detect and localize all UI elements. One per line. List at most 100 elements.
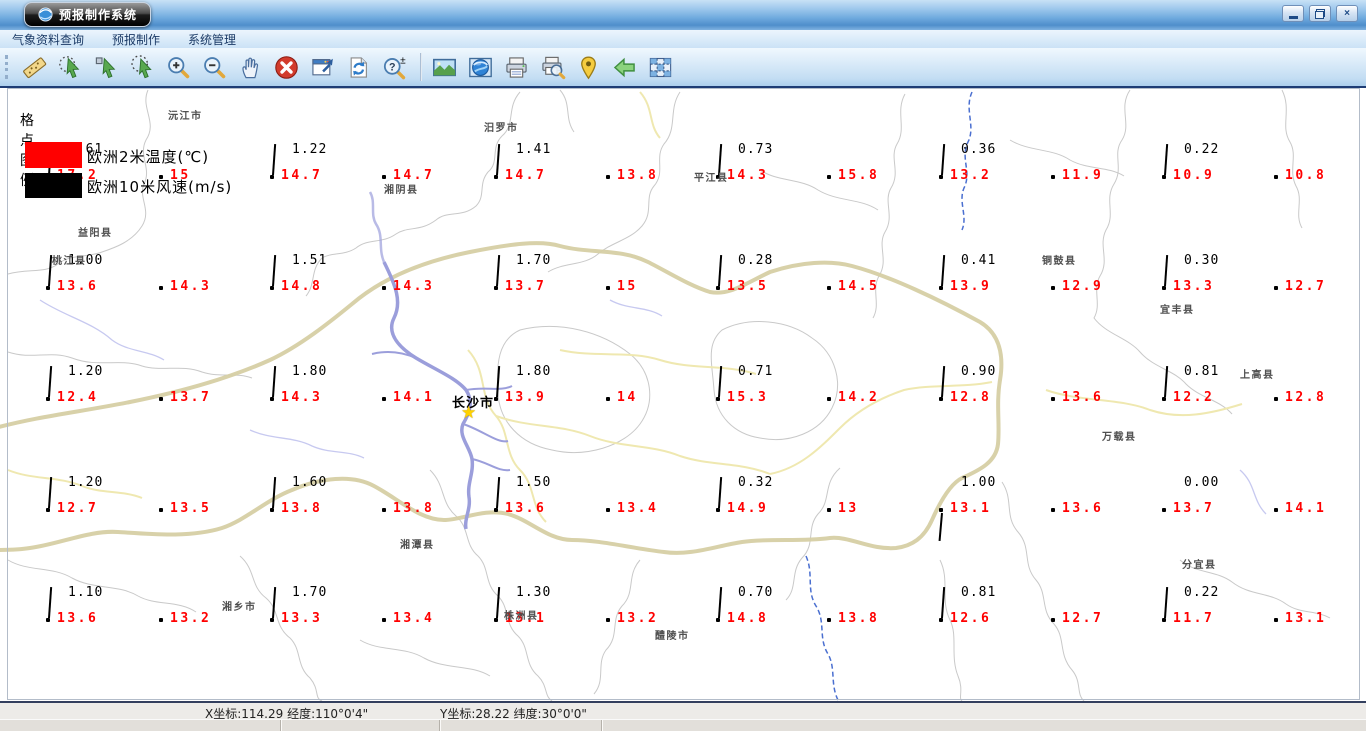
- export-image-tool-button[interactable]: [429, 50, 463, 84]
- temperature-value: 13.5: [727, 279, 769, 294]
- place-label: 上高县: [1240, 370, 1275, 381]
- restore-button[interactable]: [1309, 5, 1331, 22]
- grid-point-dot: [1274, 286, 1278, 290]
- menu-item-system-management[interactable]: 系统管理: [188, 31, 236, 48]
- identify-query-tool-button[interactable]: ? ±: [379, 50, 413, 84]
- status-panel-divider: [280, 720, 282, 731]
- temperature-value: 14.8: [727, 611, 769, 626]
- grid-point-dot: [1051, 397, 1055, 401]
- window-title-tab[interactable]: 预报制作系统: [24, 2, 152, 27]
- temperature-value: 13.2: [950, 168, 992, 183]
- grid-point-dot: [939, 286, 943, 290]
- grid-point-dot: [939, 618, 943, 622]
- grid-point-dot: [382, 175, 386, 179]
- grid-point-dot: [827, 397, 831, 401]
- wind-barb-icon: [1164, 144, 1168, 176]
- select-circle-tool-button[interactable]: [55, 50, 89, 84]
- grid-point-dot: [827, 508, 831, 512]
- temperature-value: 12.7: [1062, 611, 1104, 626]
- place-label: 沅江市: [168, 111, 203, 122]
- stop-icon: [275, 55, 298, 79]
- zoom-out-tool-button[interactable]: [199, 50, 233, 84]
- wind-speed-value: 0.28: [738, 253, 774, 268]
- wind-barb-icon: [272, 255, 276, 287]
- new-window-icon: [312, 58, 333, 75]
- wind-barb-icon: [496, 477, 500, 509]
- temperature-value: 13.7: [170, 390, 212, 405]
- temperature-value: 13.8: [281, 501, 323, 516]
- measure-tool-button[interactable]: [19, 50, 53, 84]
- minimize-button[interactable]: [1282, 5, 1304, 22]
- wind-speed-value: 0.70: [738, 585, 774, 600]
- globe-icon: [38, 7, 53, 22]
- wind-barb-icon: [272, 587, 276, 619]
- grid-point-dot: [1162, 618, 1166, 622]
- wind-speed-value: 1.41: [516, 142, 552, 157]
- temperature-value: 15.3: [727, 390, 769, 405]
- toolbar-grip[interactable]: [5, 55, 11, 79]
- grid-point-dot: [159, 286, 163, 290]
- temperature-value: 13.9: [505, 390, 547, 405]
- status-bar: X坐标:114.29 经度:110°0'4" Y坐标:28.22 纬度:30°0…: [0, 701, 1366, 731]
- grid-point-dot: [827, 175, 831, 179]
- grid-point-dot: [716, 508, 720, 512]
- grid-point-dot: [606, 175, 610, 179]
- menu-item-forecast-production[interactable]: 预报制作: [112, 31, 160, 48]
- temperature-value: 13.7: [505, 279, 547, 294]
- wind-speed-value: 0.30: [1184, 253, 1220, 268]
- temperature-value: 13.9: [950, 279, 992, 294]
- wind-speed-value: 0.32: [738, 475, 774, 490]
- wind-speed-value: 0.71: [738, 364, 774, 379]
- pan-hand-icon: [242, 57, 259, 78]
- wind-speed-value: 1.30: [516, 585, 552, 600]
- wind-barb-icon: [718, 477, 722, 509]
- place-label: 湘潭县: [400, 540, 435, 551]
- map-tiles-icon: [649, 57, 672, 77]
- temperature-value: 12.2: [1173, 390, 1215, 405]
- grid-point-dot: [494, 618, 498, 622]
- wind-speed-value: 1.20: [68, 364, 104, 379]
- zoom-in-tool-button[interactable]: [163, 50, 197, 84]
- grid-point-dot: [1274, 175, 1278, 179]
- back-tool-button[interactable]: [609, 50, 643, 84]
- select-area-tool-button[interactable]: [127, 50, 161, 84]
- image-icon: [433, 58, 456, 76]
- wind-barb-icon: [496, 144, 500, 176]
- pan-tool-button[interactable]: [235, 50, 269, 84]
- wind-barb-icon: [1164, 255, 1168, 287]
- select-arrow-icon: [95, 56, 116, 78]
- grid-point-dot: [827, 286, 831, 290]
- temperature-value: 12.7: [1285, 279, 1327, 294]
- temperature-value: 13.3: [1173, 279, 1215, 294]
- stop-tool-button[interactable]: [271, 50, 305, 84]
- temperature-value: 13.4: [393, 611, 435, 626]
- wind-speed-value: 0.73: [738, 142, 774, 157]
- globe-tool-button[interactable]: [465, 50, 499, 84]
- temperature-value: 14.3: [727, 168, 769, 183]
- wind-speed-value: 1.80: [516, 364, 552, 379]
- placemark-tool-button[interactable]: [573, 50, 607, 84]
- wind-speed-value: 0.81: [1184, 364, 1220, 379]
- wind-speed-value: 1.70: [516, 253, 552, 268]
- close-button[interactable]: ×: [1336, 5, 1358, 22]
- grid-point-dot: [716, 618, 720, 622]
- wind-barb-icon: [272, 477, 276, 509]
- map-tiles-tool-button[interactable]: [645, 50, 679, 84]
- menu-bar: 气象资料查询 预报制作 系统管理: [0, 30, 1366, 48]
- temperature-value: 13.1: [1285, 611, 1327, 626]
- legend-label-wind: 欧洲10米风速(m/s): [87, 178, 233, 196]
- wind-speed-value: 0.00: [1184, 475, 1220, 490]
- grid-point-dot: [716, 286, 720, 290]
- wind-speed-value: 0.41: [961, 253, 997, 268]
- menu-item-weather-data-query[interactable]: 气象资料查询: [12, 31, 84, 48]
- print-tool-button[interactable]: [501, 50, 535, 84]
- status-panel-divider: [601, 720, 603, 731]
- select-tool-button[interactable]: [91, 50, 125, 84]
- grid-point-dot: [270, 175, 274, 179]
- wind-speed-value: 1.50: [516, 475, 552, 490]
- new-window-tool-button[interactable]: [307, 50, 341, 84]
- print-preview-tool-button[interactable]: [537, 50, 571, 84]
- refresh-page-tool-button[interactable]: [343, 50, 377, 84]
- wind-speed-value: 1.70: [292, 585, 328, 600]
- wind-barb-icon: [272, 144, 276, 176]
